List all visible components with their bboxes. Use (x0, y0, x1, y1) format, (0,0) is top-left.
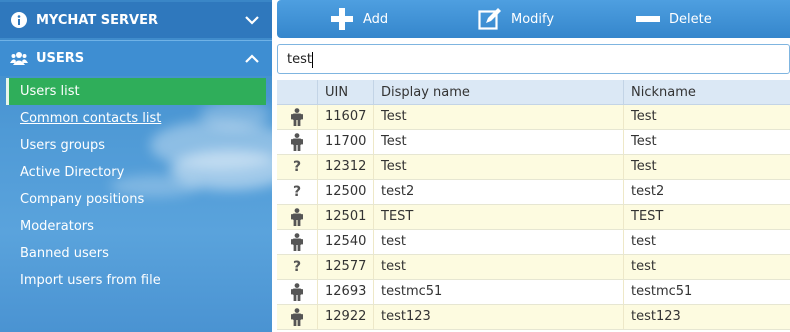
cell-display-name: Test (373, 105, 623, 129)
delete-button-label: Delete (669, 11, 712, 27)
person-icon (277, 305, 317, 329)
modify-button-label: Modify (511, 11, 555, 27)
column-header-uin[interactable]: UIN (317, 80, 373, 105)
question-icon: ? (277, 255, 317, 279)
cell-display-name: test (373, 255, 623, 279)
sidebar-item-banned-users[interactable]: Banned users (6, 240, 266, 267)
search-input[interactable] (278, 45, 789, 73)
cell-uin: 12540 (317, 230, 371, 254)
cell-uin: 11607 (317, 105, 371, 129)
cell-display-name: Test (373, 155, 623, 179)
cell-nickname: test (623, 230, 790, 254)
add-button-label: Add (363, 11, 389, 27)
sidebar-item-users-list[interactable]: Users list (6, 78, 266, 105)
cell-nickname: Test (623, 155, 790, 179)
question-glyph: ? (292, 159, 302, 175)
cell-display-name: test2 (373, 180, 623, 204)
sidebar-item-company-positions[interactable]: Company positions (6, 186, 266, 213)
cell-display-name: testmc51 (373, 280, 623, 304)
person-icon (277, 230, 317, 254)
cell-uin: 12500 (317, 180, 371, 204)
sidebar: MYCHAT SERVER USERS Users list Common co… (0, 0, 272, 332)
server-section-header[interactable]: MYCHAT SERVER (0, 2, 272, 38)
cell-nickname: TEST (623, 205, 790, 229)
cell-display-name: TEST (373, 205, 623, 229)
sidebar-item-import-users[interactable]: Import users from file (6, 267, 266, 294)
chevron-down-icon[interactable] (244, 12, 260, 28)
table-row[interactable]: ? 12500 test2 test2 (277, 180, 790, 205)
sidebar-item-users-groups[interactable]: Users groups (6, 132, 266, 159)
person-icon (277, 205, 317, 229)
edit-icon (477, 6, 503, 32)
users-icon (10, 50, 28, 68)
cell-nickname: Test (623, 105, 790, 129)
cell-nickname: testmc51 (623, 280, 790, 304)
table-header: UIN Display name Nickname (277, 80, 790, 105)
minus-icon (635, 6, 661, 32)
users-table: UIN Display name Nickname 11607 Test Test 1… (277, 80, 790, 332)
cell-nickname: Test (623, 130, 790, 154)
table-row[interactable]: ? 12577 test test (277, 255, 790, 280)
table-row[interactable]: 12693 testmc51 testmc51 (277, 280, 790, 305)
table-row[interactable]: ? 12312 Test Test (277, 155, 790, 180)
server-section-title: MYCHAT SERVER (36, 12, 158, 28)
cell-uin: 12312 (317, 155, 371, 179)
text-caret (312, 52, 313, 68)
question-glyph: ? (292, 184, 302, 200)
table-row[interactable]: 11607 Test Test (277, 105, 790, 130)
cell-uin: 11700 (317, 130, 371, 154)
modify-button[interactable]: Modify (477, 0, 554, 38)
chevron-up-icon[interactable] (244, 51, 260, 67)
person-icon (277, 130, 317, 154)
sidebar-item-common-contacts-list[interactable]: Common contacts list (6, 105, 266, 132)
person-icon (277, 105, 317, 129)
cell-uin: 12577 (317, 255, 371, 279)
users-menu: Users list Common contacts list Users gr… (6, 78, 266, 294)
table-row[interactable]: 11700 Test Test (277, 130, 790, 155)
column-header-nickname[interactable]: Nickname (623, 80, 790, 105)
question-icon: ? (277, 155, 317, 179)
cell-nickname: test (623, 255, 790, 279)
info-icon (10, 11, 28, 29)
cell-display-name: Test (373, 130, 623, 154)
sidebar-item-active-directory[interactable]: Active Directory (6, 159, 266, 186)
users-section-title: USERS (36, 51, 85, 66)
cell-uin: 12922 (317, 305, 371, 329)
users-section-header[interactable]: USERS (0, 40, 272, 76)
plus-icon (329, 6, 355, 32)
sidebar-item-moderators[interactable]: Moderators (6, 213, 266, 240)
table-row[interactable]: 12540 test test (277, 230, 790, 255)
cell-display-name: test123 (373, 305, 623, 329)
cell-nickname: test2 (623, 180, 790, 204)
column-header-display-name[interactable]: Display name (373, 80, 623, 105)
cell-uin: 12501 (317, 205, 371, 229)
delete-button[interactable]: Delete (635, 0, 712, 38)
search-box (277, 44, 790, 74)
table-row[interactable]: 12501 TEST TEST (277, 205, 790, 230)
question-icon: ? (277, 180, 317, 204)
table-row[interactable]: 12922 test123 test123 (277, 305, 790, 330)
question-glyph: ? (292, 259, 302, 275)
cell-display-name: test (373, 230, 623, 254)
cell-nickname: test123 (623, 305, 790, 329)
add-button[interactable]: Add (329, 0, 388, 38)
person-icon (277, 280, 317, 304)
cell-uin: 12693 (317, 280, 371, 304)
toolbar: Add Modify Delete (277, 0, 790, 38)
